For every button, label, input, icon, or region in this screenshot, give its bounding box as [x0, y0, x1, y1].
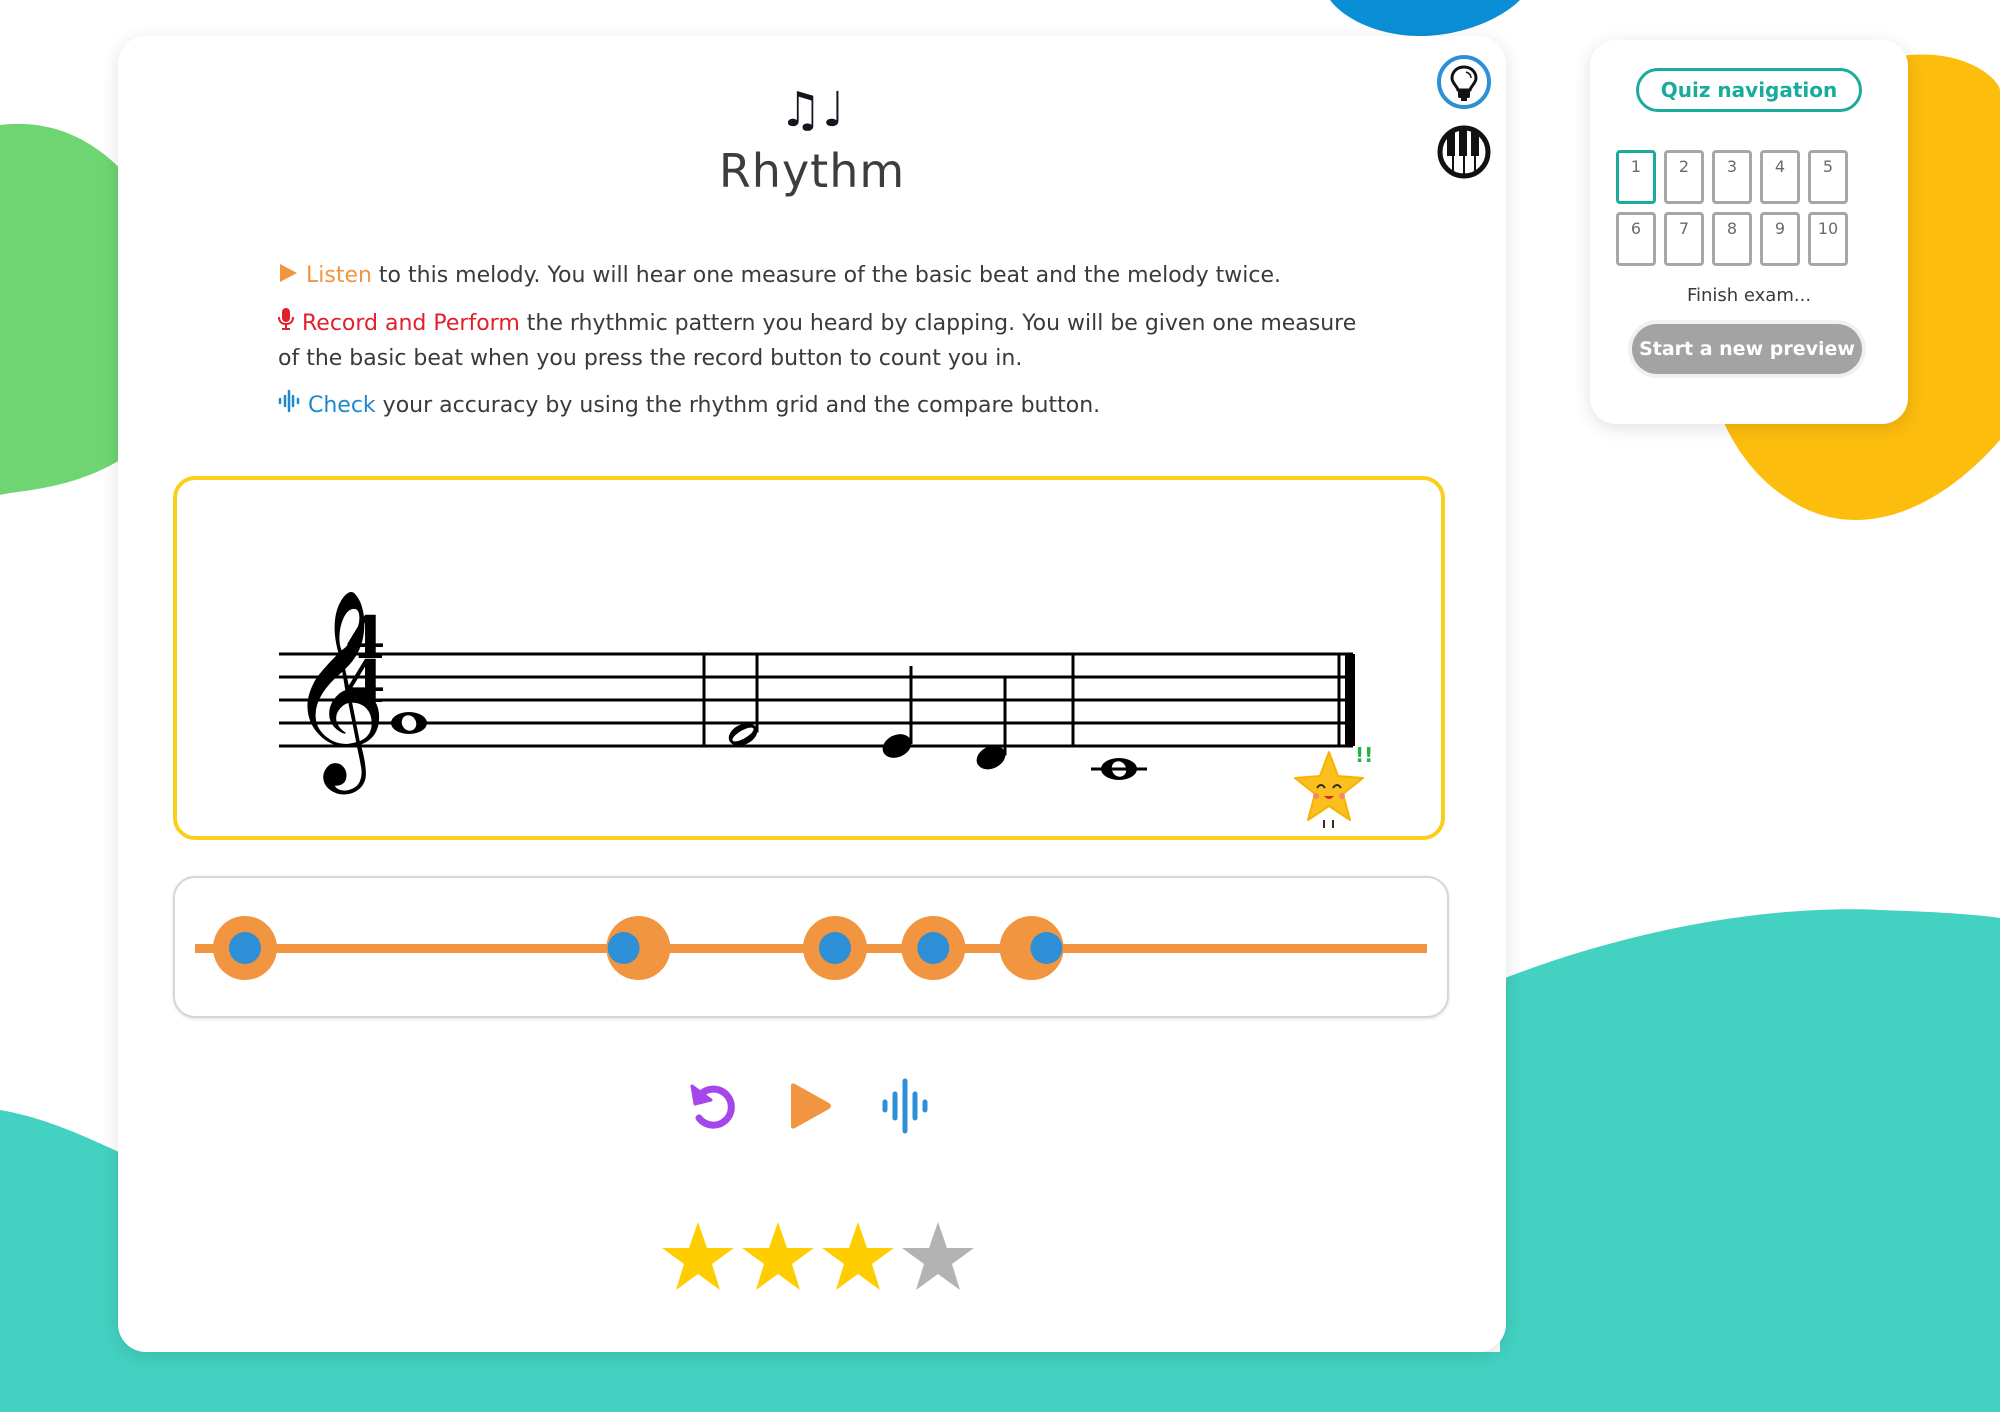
- star-rating: [658, 1216, 978, 1296]
- note-quarter: [976, 677, 1007, 770]
- instruction-check: Check your accuracy by using the rhythm …: [278, 388, 1358, 424]
- soundwave-icon: [882, 1078, 928, 1134]
- svg-text:!!: !!: [1355, 743, 1373, 767]
- quiz-navigation-panel: Quiz navigation 1 2 3 4 5 6 7 8 9 10 Finish exam.…: [1590, 40, 1908, 424]
- note-quarter: [882, 666, 913, 758]
- question-button-10[interactable]: 10: [1808, 212, 1848, 266]
- finish-exam-link[interactable]: Finish exam...: [1590, 285, 1908, 306]
- music-score: 𝄞 4 4 !!: [173, 476, 1445, 840]
- keyword-record: Record and Perform: [302, 310, 520, 336]
- note-whole: [391, 712, 427, 734]
- music-notes-icon: ♫♩: [779, 82, 845, 138]
- question-button-1[interactable]: 1: [1616, 150, 1656, 204]
- question-card: ♫♩ Rhythm Listen to this melody. You wil…: [118, 36, 1506, 1352]
- play-button[interactable]: [779, 1076, 839, 1136]
- restart-icon: [690, 1084, 735, 1129]
- rhythm-timeline: [195, 916, 1427, 980]
- svg-text:4: 4: [345, 648, 385, 716]
- playback-controls: [683, 1076, 935, 1136]
- star-empty-icon: [902, 1222, 974, 1290]
- soundwave-icon: [278, 389, 300, 424]
- instructions: Listen to this melody. You will hear one…: [278, 258, 1358, 436]
- restart-button[interactable]: [683, 1076, 743, 1136]
- compare-button[interactable]: [875, 1076, 935, 1136]
- star-filled-icon: [822, 1222, 894, 1290]
- instruction-record: Record and Perform the rhythmic pattern …: [278, 306, 1358, 377]
- performed-beat-marker: [607, 932, 640, 964]
- question-button-7[interactable]: 7: [1664, 212, 1704, 266]
- question-button-8[interactable]: 8: [1712, 212, 1752, 266]
- microphone-icon: [278, 306, 294, 341]
- play-icon: [791, 1083, 831, 1129]
- quiz-navigation-button[interactable]: Quiz navigation: [1636, 68, 1862, 112]
- start-new-preview-button[interactable]: Start a new preview: [1632, 324, 1862, 374]
- question-button-5[interactable]: 5: [1808, 150, 1848, 204]
- staff-notation: 𝄞 4 4 !!: [279, 588, 1373, 828]
- question-button-6[interactable]: 6: [1616, 212, 1656, 266]
- staff-lines: [279, 652, 1355, 748]
- instruction-listen: Listen to this melody. You will hear one…: [278, 258, 1358, 294]
- question-grid: 1 2 3 4 5 6 7 8 9 10: [1616, 150, 1848, 266]
- happy-star-mascot: !!: [1294, 743, 1373, 828]
- play-triangle-icon: [278, 259, 298, 294]
- instruction-text: to this melody. You will hear one measur…: [371, 263, 1281, 288]
- performed-beat-marker: [819, 932, 851, 964]
- performed-beat-marker: [229, 932, 261, 964]
- keyword-listen: Listen: [306, 263, 372, 288]
- performed-beat-marker: [917, 932, 950, 964]
- star-filled-icon: [742, 1222, 814, 1290]
- time-signature: 4 4: [345, 604, 385, 716]
- instruction-text: your accuracy by using the rhythm grid a…: [375, 393, 1101, 418]
- question-button-3[interactable]: 3: [1712, 150, 1752, 204]
- rhythm-grid[interactable]: [173, 876, 1449, 1018]
- final-barline-thick: [1345, 654, 1355, 746]
- note-whole: [1091, 758, 1147, 780]
- question-button-9[interactable]: 9: [1760, 212, 1800, 266]
- star-filled-icon: [662, 1222, 734, 1290]
- question-button-2[interactable]: 2: [1664, 150, 1704, 204]
- question-button-4[interactable]: 4: [1760, 150, 1800, 204]
- keyword-check: Check: [308, 393, 376, 418]
- note-half: [728, 654, 759, 746]
- blue-blob: [1330, 0, 1520, 36]
- performed-beat-marker: [1030, 932, 1063, 964]
- page-title: Rhythm: [718, 144, 906, 198]
